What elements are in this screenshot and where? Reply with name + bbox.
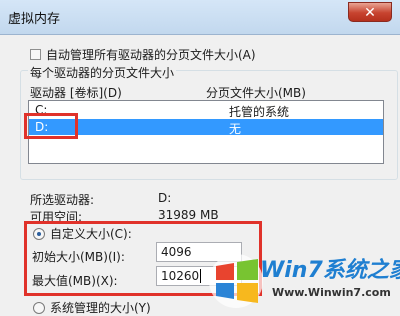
watermark-url: Www.Winwin7.com [272,286,391,299]
watermark-brand: Win7系统之家 [260,258,400,283]
auto-manage-label[interactable]: 自动管理所有驱动器的分页文件大小(A) [46,46,256,63]
drive-row-d[interactable]: D: 无 [29,119,383,136]
watermark-logo: Win7系统之家 Www.Winwin7.com [206,250,400,312]
highlight-box-drive [24,113,78,139]
title-bar: 虚拟内存 ✕ [0,0,400,35]
drive-row-c[interactable]: C: 托管的系统 [29,102,383,119]
drive-list[interactable]: C: 托管的系统 D: 无 [28,100,384,164]
drive-pagefile-size: 托管的系统 [229,105,290,119]
group-legend: 每个驱动器的分页文件大小 [28,64,177,81]
drive-pagefile-size: 无 [229,122,242,136]
selected-drive-value: D: [158,191,172,205]
system-managed-radio[interactable] [33,302,45,314]
auto-manage-checkbox[interactable] [30,49,41,60]
close-icon: ✕ [364,5,376,21]
window-title: 虚拟内存 [8,12,61,27]
pagefile-column-header: 分页文件大小(MB) [206,86,306,100]
system-managed-label[interactable]: 系统管理的大小(Y) [50,299,151,316]
free-space-value: 31989 MB [158,208,219,222]
close-button[interactable]: ✕ [348,2,392,22]
drive-column-header: 驱动器 [卷标](D) [30,86,122,100]
selected-drive-label: 所选驱动器: [30,193,95,207]
windows-flag-icon [209,254,263,308]
